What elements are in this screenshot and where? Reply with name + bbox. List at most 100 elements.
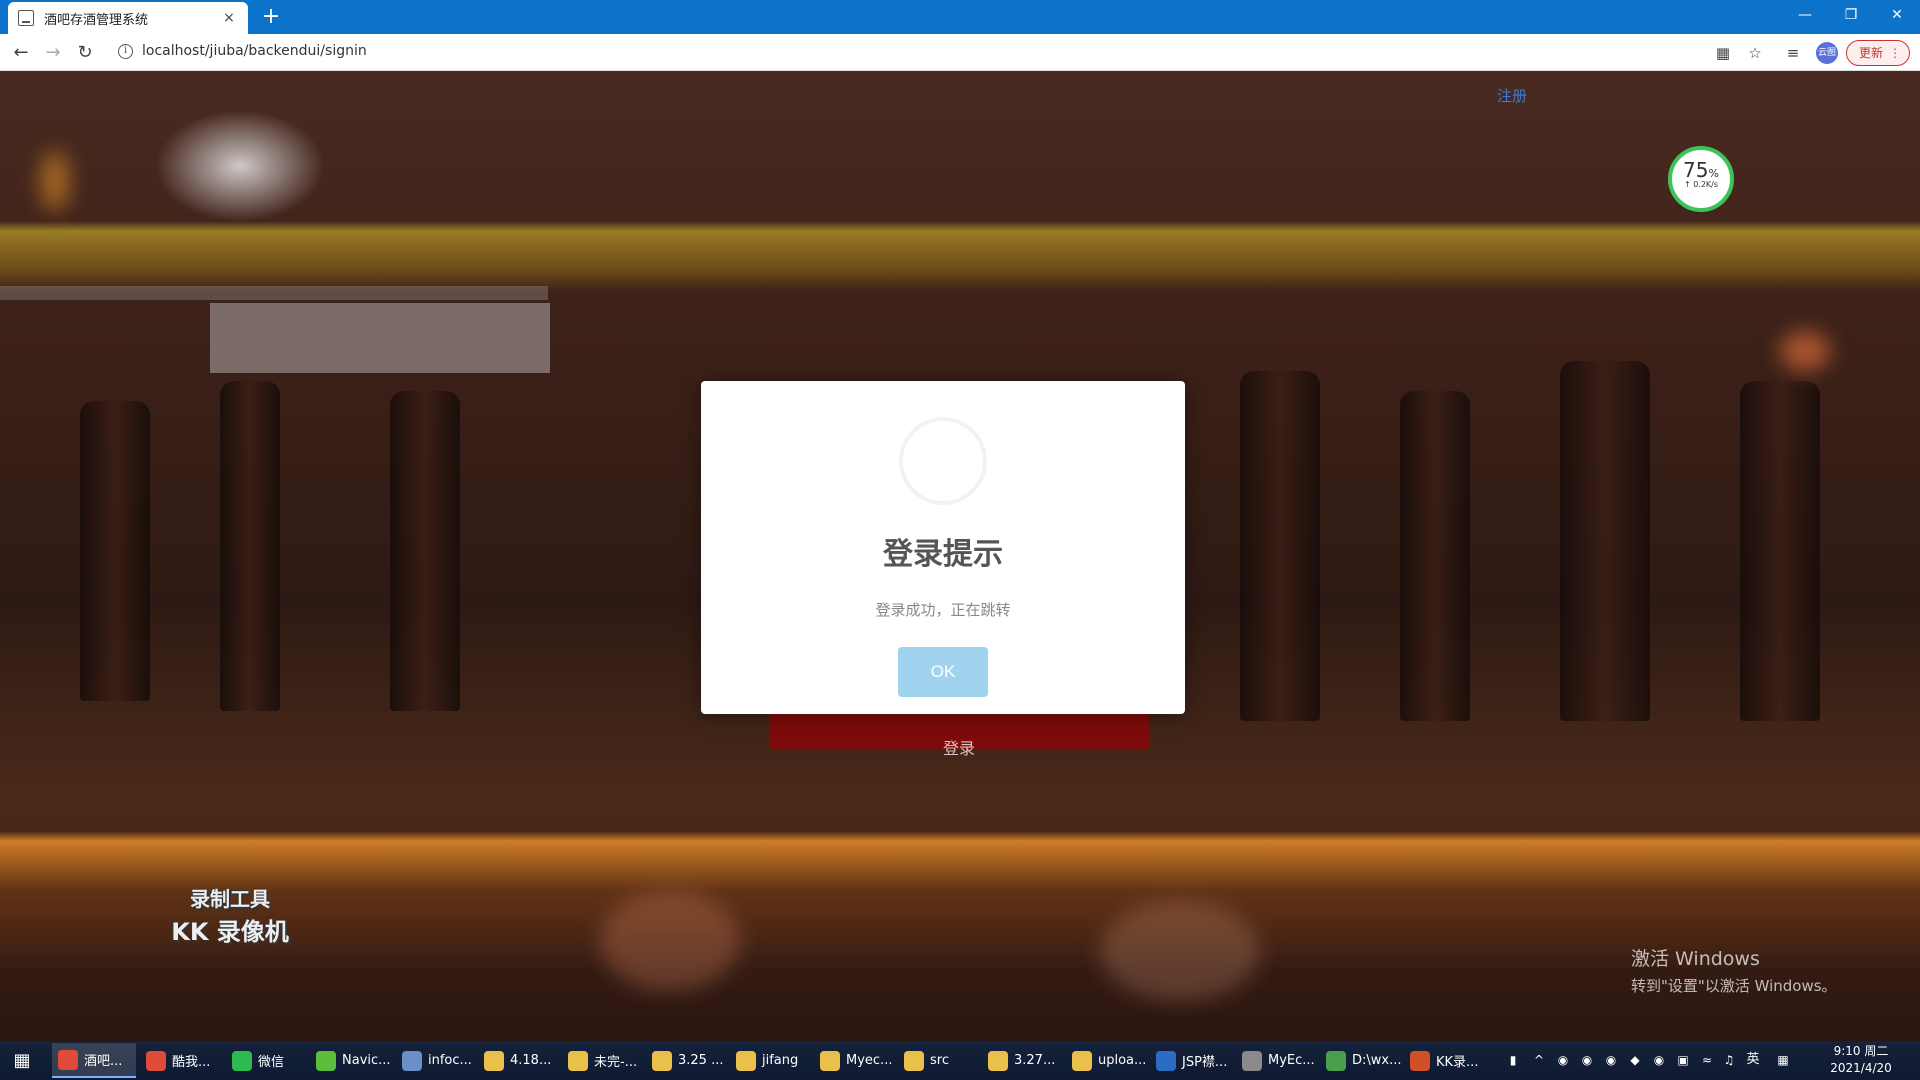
taskbar-app-icon [1326,1050,1346,1071]
login-alert-dialog: 登录提示 登录成功，正在跳转 OK [701,381,1185,714]
background-bottle [1740,381,1820,721]
login-button[interactable]: 登录 [769,709,1149,758]
taskbar-app-icon [904,1050,924,1071]
browser-tab-bar: 酒吧存酒管理系统 × + — ❐ ✕ [0,0,1920,34]
background-bokeh [1100,901,1260,1001]
taskbar-clock[interactable]: 9:10 周二 2021/4/20 [1818,1043,1904,1077]
windows-start-icon[interactable]: ▦ [10,1049,34,1073]
taskbar-app-icon [1156,1050,1176,1071]
taskbar-item-label: uploa... [1098,1053,1147,1068]
taskbar-item[interactable]: 未完-... [562,1043,642,1078]
background-light [1780,331,1830,371]
taskbar-app-icon [988,1050,1008,1071]
close-tab-icon[interactable]: × [220,10,238,26]
background-shelf [0,286,548,300]
taskbar-item[interactable]: 3.27... [982,1043,1062,1078]
tab-title: 酒吧存酒管理系统 [44,12,149,28]
clock-time: 9:10 周二 [1833,1044,1889,1058]
forward-icon[interactable]: → [40,40,66,66]
translate-icon[interactable]: ▦ [1712,42,1734,64]
menu-dots-icon[interactable]: ⋮ [1889,41,1901,65]
close-window-icon[interactable]: ✕ [1874,0,1920,30]
taskbar-app-icon [316,1050,336,1071]
background-bottle [220,381,280,711]
background-bottle [1400,391,1470,721]
update-label: 更新 [1859,46,1884,60]
taskbar-item-label: 未完-... [594,1055,638,1070]
browser-toolbar: ← → ↻ i localhost/jiuba/backendui/signin… [0,34,1920,71]
taskbar-item-label: infoc... [428,1053,472,1068]
tray-shield-icon[interactable]: ◆ [1626,1051,1644,1069]
speed-rate: ↑ 0.2K/s [1683,180,1719,189]
reading-list-icon[interactable]: ≡ [1782,42,1804,64]
taskbar-item[interactable]: D:\wx... [1320,1043,1402,1078]
taskbar-item-label: 酷我... [172,1055,211,1070]
restore-icon[interactable]: ❐ [1828,0,1874,30]
taskbar-app-icon [232,1050,252,1071]
tray-app-icon[interactable]: ◉ [1578,1051,1596,1069]
volume-icon[interactable]: ♫ [1720,1051,1738,1069]
taskbar-item[interactable]: 微信 [226,1043,306,1078]
login-button-label: 登录 [942,739,975,758]
taskbar-app-icon [820,1050,840,1071]
taskbar-item-label: D:\wx... [1352,1053,1402,1068]
ime-keyboard-icon[interactable]: ▦ [1774,1051,1792,1069]
ime-indicator[interactable]: 英 [1744,1051,1762,1069]
taskbar-item-label: src [930,1053,949,1068]
recorder-watermark: 录制工具 KK 录像机 [171,887,289,946]
minimize-icon[interactable]: — [1782,0,1828,30]
reload-icon[interactable]: ↻ [72,40,98,66]
taskbar-item[interactable]: src [898,1043,978,1078]
taskbar-item-label: JSP襟... [1182,1055,1228,1070]
network-speed-widget[interactable]: 75% ↑ 0.2K/s [1668,146,1734,212]
taskbar-item-label: 4.18... [510,1053,552,1068]
wifi-icon[interactable]: ≈ [1698,1051,1716,1069]
bookmark-star-icon[interactable]: ☆ [1744,42,1766,64]
taskbar-app-icon [1410,1050,1430,1071]
taskbar-item[interactable]: 3.25 ... [646,1043,726,1078]
profile-avatar[interactable]: 云图 [1816,42,1838,64]
tray-app-icon[interactable]: ◉ [1602,1051,1620,1069]
taskbar-item-label: Myec... [846,1053,893,1068]
taskbar-item[interactable]: infoc... [396,1043,474,1078]
taskbar-app-icon [146,1050,166,1071]
taskbar-item[interactable]: 酒吧... [52,1043,136,1078]
taskbar-item[interactable]: JSP襟... [1150,1043,1232,1078]
taskbar-item-label: jifang [762,1053,799,1068]
taskbar-item[interactable]: 4.18... [478,1043,558,1078]
dialog-title: 登录提示 [883,537,1003,572]
taskbar-item-label: KK录... [1436,1055,1479,1070]
taskbar-item[interactable]: jifang [730,1043,810,1078]
taskbar-item[interactable]: MyEc... [1236,1043,1316,1078]
taskbar-item[interactable]: Navic... [310,1043,392,1078]
taskbar-item-label: MyEc... [1268,1053,1315,1068]
tray-device-icon[interactable]: ▣ [1674,1051,1692,1069]
taskbar-app-icon [568,1050,588,1071]
site-info-icon[interactable]: i [118,44,133,59]
taskbar-item-label: 微信 [258,1055,285,1070]
new-tab-button[interactable]: + [258,4,284,30]
page-favicon-icon [18,10,34,26]
background-bottle [1560,361,1650,721]
tray-app-icon[interactable]: ◉ [1554,1051,1572,1069]
taskbar-item[interactable]: uploa... [1066,1043,1146,1078]
taskbar-item[interactable]: 酷我... [140,1043,222,1078]
taskbar-item[interactable]: Myec... [814,1043,894,1078]
tray-expand-icon[interactable]: ^ [1530,1051,1548,1069]
taskbar-app-icon [58,1049,78,1070]
windows-taskbar: ▦ 酒吧... 酷我... 微信 Navic... infoc... 4.18... 未完-… [0,1041,1920,1080]
signup-link[interactable]: 注册 [1497,85,1527,106]
taskbar-item[interactable]: KK录... [1404,1043,1484,1078]
battery-icon[interactable]: ▮ [1504,1051,1522,1069]
taskbar-app-icon [652,1050,672,1071]
taskbar-item-label: 3.25 ... [678,1053,724,1068]
browser-tab[interactable]: 酒吧存酒管理系统 × [8,2,248,34]
update-button[interactable]: 更新 ⋮ [1846,40,1910,66]
address-bar[interactable]: localhost/jiuba/backendui/signin [142,43,367,59]
background-bottle [80,401,150,701]
success-icon [899,417,987,505]
back-icon[interactable]: ← [8,40,34,66]
ok-button[interactable]: OK [898,647,988,697]
taskbar-app-icon [402,1050,422,1071]
tray-wechat-icon[interactable]: ◉ [1650,1051,1668,1069]
